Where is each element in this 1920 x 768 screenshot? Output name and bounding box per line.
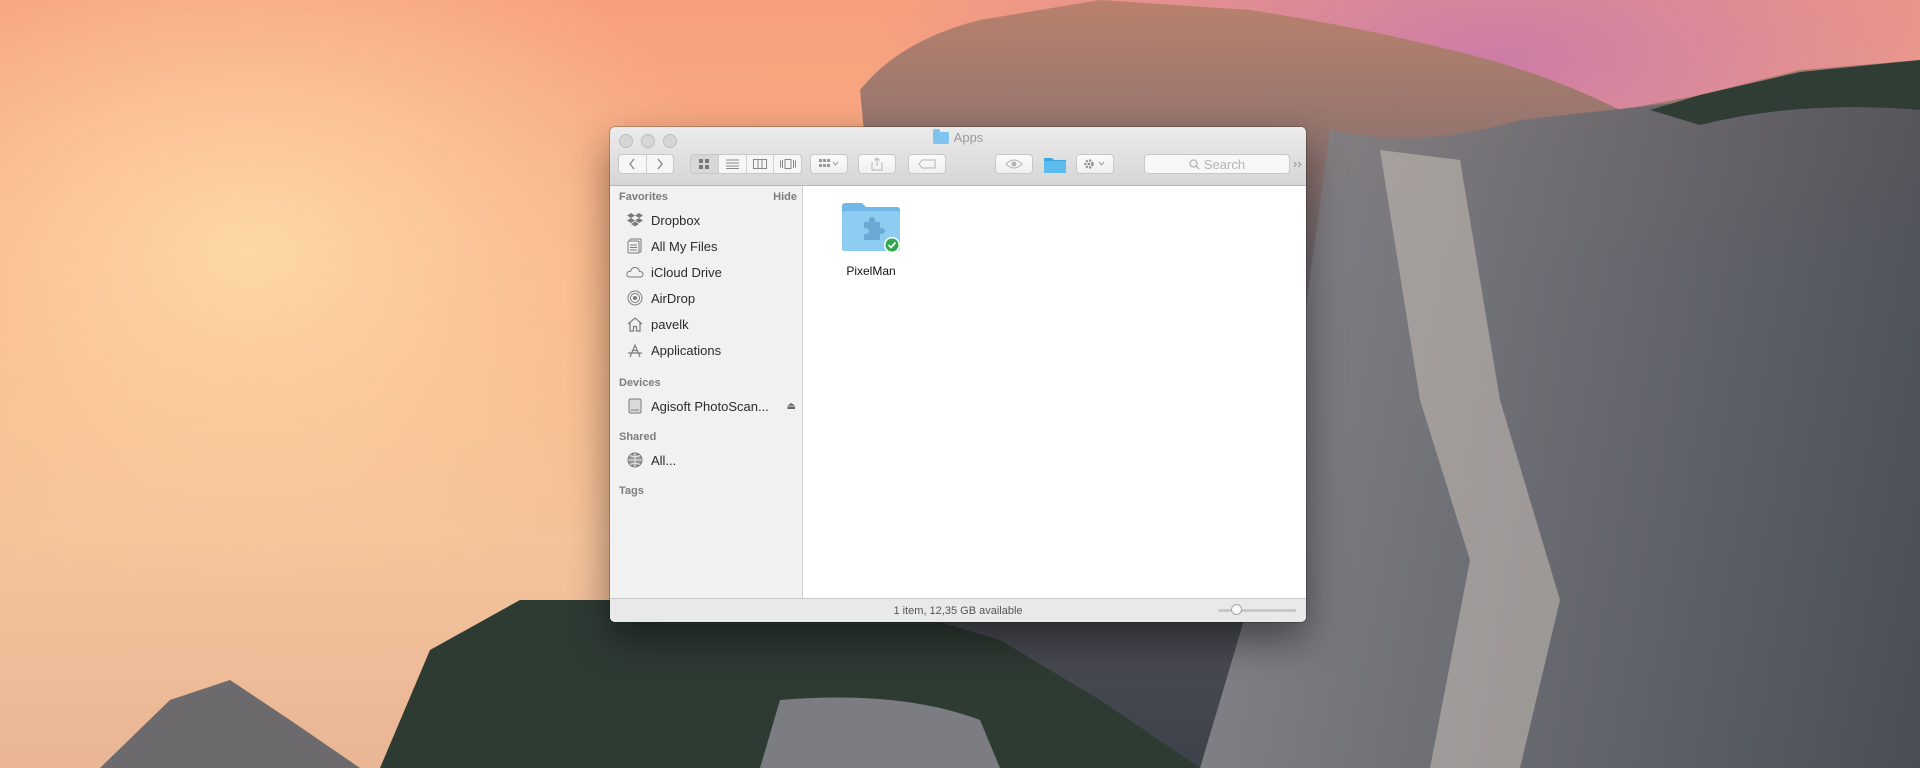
- toolbar: Search ››: [618, 154, 1302, 176]
- applications-icon: [626, 342, 644, 358]
- sidebar-item-agisoft-disk[interactable]: Agisoft PhotoScan... ⏏: [626, 395, 796, 417]
- tag-button[interactable]: [908, 154, 946, 174]
- cloud-icon: [626, 264, 644, 280]
- sidebar-item-label: All My Files: [651, 238, 718, 254]
- share-button[interactable]: [858, 154, 896, 174]
- sidebar-item-label: AirDrop: [651, 290, 696, 306]
- shared-header: Shared: [619, 431, 657, 443]
- icon-view-button[interactable]: [691, 155, 719, 173]
- status-text: 1 item, 12,35 GB available: [893, 604, 1023, 617]
- file-browser: PixelMan: [803, 186, 1306, 599]
- sidebar-item-applications[interactable]: Applications: [626, 339, 796, 361]
- sidebar-item-label: All...: [651, 452, 677, 468]
- gear-icon: [1084, 159, 1105, 169]
- sidebar-item-label: Agisoft PhotoScan...: [651, 398, 769, 414]
- sidebar-item-label: Dropbox: [651, 212, 701, 228]
- finder-window: Apps Search ›› Favorites Hide Dropbox Al…: [610, 127, 1306, 622]
- search-field[interactable]: Search: [1144, 154, 1290, 174]
- eye-icon: [1005, 159, 1023, 169]
- sidebar-item-label: iCloud Drive: [651, 264, 722, 280]
- search-icon: [1189, 158, 1200, 169]
- nav-buttons: [618, 154, 674, 174]
- file-item-pixelman[interactable]: PixelMan: [839, 200, 903, 278]
- home-icon: [626, 316, 644, 332]
- toolbar-overflow-icon[interactable]: ››: [1293, 156, 1302, 171]
- grid-icon: [698, 158, 709, 169]
- sidebar-item-icloud-drive[interactable]: iCloud Drive: [626, 261, 796, 283]
- cover-flow-button[interactable]: [774, 155, 801, 173]
- dropbox-folder-button[interactable]: [1043, 154, 1069, 174]
- tag-icon: [918, 159, 936, 169]
- sidebar-item-airdrop[interactable]: AirDrop: [626, 287, 796, 309]
- sidebar-item-home[interactable]: pavelk: [626, 313, 796, 335]
- file-name: PixelMan: [846, 264, 896, 278]
- network-icon: [626, 452, 644, 468]
- sync-check-badge: [885, 238, 899, 252]
- list-icon: [725, 159, 739, 169]
- chevron-right-icon: [657, 158, 663, 170]
- quick-look-button[interactable]: [995, 154, 1033, 174]
- title-bar: Apps Search ››: [610, 127, 1306, 186]
- sidebar: Favorites Hide Dropbox All My Files iClo…: [610, 186, 803, 599]
- sidebar-item-all-my-files[interactable]: All My Files: [626, 235, 796, 257]
- all-files-icon: [626, 238, 644, 254]
- hide-favorites-button[interactable]: Hide: [773, 191, 797, 203]
- airdrop-icon: [626, 290, 644, 306]
- favorites-header: Favorites: [619, 191, 668, 203]
- coverflow-icon: [779, 159, 796, 169]
- chevron-left-icon: [629, 158, 635, 170]
- column-view-button[interactable]: [747, 155, 775, 173]
- app-folder-icon: [842, 203, 900, 253]
- slider-knob[interactable]: [1231, 604, 1243, 615]
- eject-icon[interactable]: ⏏: [787, 401, 796, 412]
- window-title: Apps: [610, 128, 1306, 145]
- icon-size-slider[interactable]: [1218, 604, 1296, 615]
- sidebar-item-dropbox[interactable]: Dropbox: [626, 209, 796, 231]
- sidebar-item-label: pavelk: [651, 316, 689, 332]
- tags-header: Tags: [619, 485, 644, 497]
- search-placeholder: Search: [1203, 156, 1246, 172]
- columns-icon: [752, 159, 767, 169]
- list-view-button[interactable]: [719, 155, 747, 173]
- view-mode-control: [690, 154, 802, 174]
- devices-header: Devices: [619, 377, 661, 389]
- disk-icon: [626, 398, 644, 414]
- window-title-text: Apps: [953, 130, 984, 145]
- back-button[interactable]: [619, 155, 647, 173]
- finder-content: Favorites Hide Dropbox All My Files iClo…: [610, 186, 1306, 599]
- share-icon: [871, 157, 883, 171]
- arrange-button[interactable]: [810, 154, 848, 174]
- action-menu-button[interactable]: [1076, 154, 1114, 174]
- sidebar-item-shared-all[interactable]: All...: [626, 449, 796, 471]
- status-bar: 1 item, 12,35 GB available: [610, 598, 1306, 622]
- sidebar-item-label: Applications: [651, 342, 722, 358]
- arrange-grid-icon: [819, 159, 839, 167]
- blue-folder-icon: [1044, 158, 1066, 173]
- folder-icon: [932, 128, 949, 144]
- forward-button[interactable]: [647, 155, 674, 173]
- dropbox-icon: [626, 212, 644, 228]
